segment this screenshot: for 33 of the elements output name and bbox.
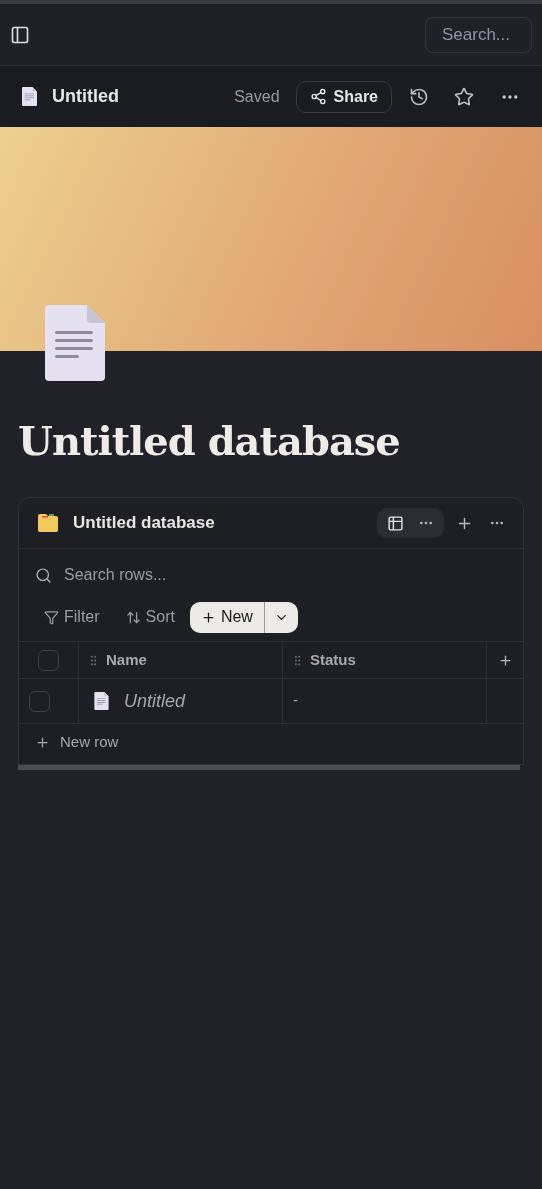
sidebar-toggle-icon[interactable] [10,24,30,45]
document-icon [22,87,37,106]
database-title: Untitled database [73,512,215,535]
page-title: Untitled [52,85,119,108]
folder-icon [37,513,59,533]
plus-icon [35,734,50,750]
checkbox[interactable] [38,649,59,671]
column-header[interactable]: Name [79,642,283,679]
filter-icon [44,609,59,625]
share-button[interactable]: Share [295,80,392,113]
search-icon [35,566,52,584]
view-switcher[interactable] [377,508,444,538]
page-icon [45,305,105,381]
star-icon[interactable] [454,86,474,107]
table-cell-text: Untitled [124,689,186,713]
column-header[interactable]: Status [283,642,487,679]
add-column-icon[interactable] [498,652,513,668]
table-cell-text: - [293,690,298,710]
search-rows-field[interactable]: Search rows... [64,563,507,587]
search-field[interactable]: Search... [425,16,532,53]
checkbox[interactable] [29,690,50,712]
save-status: Saved [234,86,280,107]
share-icon [309,88,327,105]
scrollbar[interactable] [18,765,520,770]
plus-icon [200,609,216,625]
sort-button[interactable]: Sort [125,605,175,629]
document-icon [94,692,109,710]
filter-button[interactable]: Filter [44,605,100,629]
table-icon[interactable] [387,514,404,532]
history-icon[interactable] [409,86,429,107]
sort-icon [125,609,141,625]
page-heading: Untitled database [18,416,401,466]
new-row-button[interactable]: New row [19,724,135,760]
